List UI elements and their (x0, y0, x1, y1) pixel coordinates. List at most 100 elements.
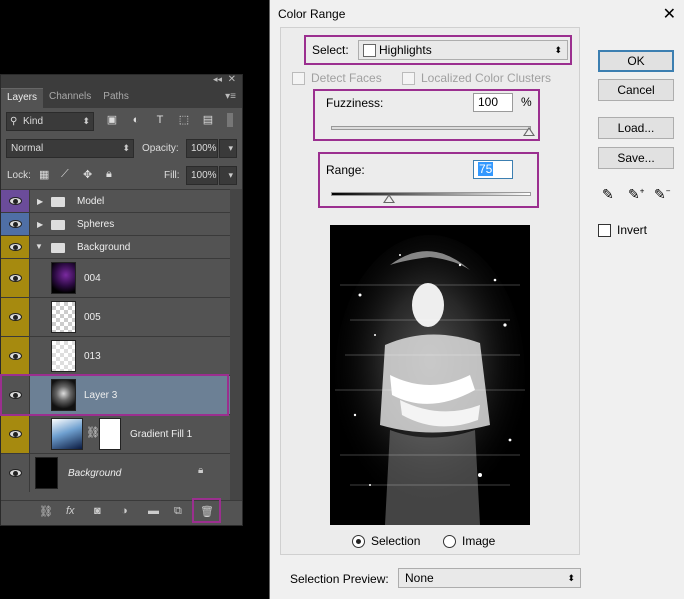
image-radio[interactable] (443, 535, 456, 548)
layer-row[interactable]: ▼ Background (1, 235, 230, 258)
layer-name: Spheres (77, 219, 115, 230)
layer-row[interactable]: 013 (1, 336, 230, 375)
lock-all-icon[interactable]: 🔒︎ (106, 168, 112, 181)
eye-icon (9, 197, 22, 205)
eye-icon (9, 352, 22, 360)
visibility-toggle[interactable] (1, 259, 30, 297)
fuzziness-input[interactable]: 100 (473, 93, 513, 112)
smart-object-filter-icon[interactable]: ▤ (201, 113, 215, 127)
range-slider-track[interactable] (331, 192, 531, 196)
eye-icon (9, 220, 22, 228)
lock-label: Lock: (7, 170, 31, 181)
chevron-down-icon: ⬍ (122, 143, 130, 153)
search-icon: ⚲ (10, 116, 18, 127)
layer-row[interactable]: ⛓ Gradient Fill 1 (1, 414, 230, 453)
close-icon[interactable]: ✕ (228, 74, 236, 85)
range-slider-thumb[interactable] (383, 194, 395, 203)
select-label: Select: (312, 43, 349, 57)
chevron-down-icon: ▾ (228, 143, 233, 153)
save-button[interactable]: Save... (598, 147, 674, 169)
layer-name: 005 (84, 312, 101, 323)
filter-toggle[interactable] (227, 113, 233, 127)
collapse-caret-icon[interactable]: ▼ (35, 242, 43, 251)
fill-dropdown[interactable]: ▾ (219, 166, 237, 185)
new-layer-icon[interactable]: ⧉ (174, 505, 182, 518)
eyedropper-plus-icon[interactable]: ✎+ (628, 186, 644, 203)
new-group-icon[interactable]: ▬ (148, 505, 159, 517)
layer-name: Layer 3 (84, 390, 118, 401)
tab-channels[interactable]: Channels (43, 88, 97, 108)
shape-filter-icon[interactable]: ⬚ (177, 113, 191, 127)
visibility-toggle[interactable] (1, 376, 30, 414)
layer-row-selected[interactable]: Layer 3 (1, 375, 230, 414)
detect-faces-checkbox[interactable] (292, 72, 305, 85)
expand-caret-icon[interactable]: ▶ (37, 197, 43, 206)
adjustment-filter-icon[interactable]: ◐ (129, 113, 143, 127)
select-value: Highlights (379, 43, 432, 57)
localized-clusters-checkbox[interactable] (402, 72, 415, 85)
opacity-dropdown[interactable]: ▾ (219, 139, 237, 158)
layer-row[interactable]: ▶ Spheres (1, 212, 230, 235)
filter-kind-select[interactable]: ⚲ Kind ⬍ (6, 112, 94, 131)
tab-paths[interactable]: Paths (97, 88, 135, 108)
layer-thumbnail (51, 301, 76, 333)
expand-caret-icon[interactable]: ▶ (37, 220, 43, 229)
visibility-toggle[interactable] (1, 415, 30, 453)
panel-menu-icon[interactable]: ▾≡ (225, 91, 236, 102)
trash-icon[interactable]: 🗑︎ (200, 505, 214, 518)
fx-icon[interactable]: fx (66, 505, 75, 517)
collapse-icon[interactable]: ◂◂ (213, 74, 222, 85)
lock-brush-icon[interactable]: ⟋ (61, 168, 69, 181)
cancel-button[interactable]: Cancel (598, 79, 674, 101)
detect-faces-label: Detect Faces (311, 71, 382, 85)
opacity-label: Opacity: (142, 143, 179, 154)
visibility-toggle[interactable] (1, 190, 30, 212)
fuzziness-slider-track[interactable] (331, 126, 531, 130)
lock-transparent-icon[interactable]: ▦ (39, 168, 49, 181)
select-dropdown[interactable]: Highlights ⬍ (358, 40, 568, 60)
link-icon[interactable]: ⛓ (86, 426, 100, 439)
eye-icon (9, 430, 22, 438)
eye-icon (9, 391, 22, 399)
opacity-field[interactable]: 100% (186, 139, 218, 158)
layer-row[interactable]: Background 🔒︎ (1, 453, 230, 492)
selection-radio[interactable] (352, 535, 365, 548)
ok-button[interactable]: OK (598, 50, 674, 72)
selection-preview-dropdown[interactable]: None ⬍ (398, 568, 581, 588)
fill-field[interactable]: 100% (186, 166, 218, 185)
load-button[interactable]: Load... (598, 117, 674, 139)
layer-row[interactable]: 005 (1, 297, 230, 336)
type-filter-icon[interactable]: T (153, 113, 167, 127)
close-icon[interactable]: ✕ (663, 4, 676, 24)
chevron-down-icon: ▾ (228, 170, 233, 180)
pixel-filter-icon[interactable]: ▣ (105, 113, 119, 127)
eye-icon (9, 274, 22, 282)
layer-name: 004 (84, 273, 101, 284)
lock-move-icon[interactable]: ✥ (83, 168, 92, 181)
selection-preview-image (330, 225, 530, 525)
layers-scrollbar[interactable] (230, 189, 242, 501)
invert-checkbox[interactable] (598, 224, 611, 237)
add-mask-icon[interactable]: ◙ (94, 505, 101, 517)
gradient-thumbnail[interactable] (51, 418, 83, 450)
workspace: ◂◂ ✕ Layers Channels Paths ▾≡ ⚲ Kind ⬍ ▣… (0, 0, 684, 599)
eye-icon (9, 243, 22, 251)
range-input[interactable]: 75 (473, 160, 513, 179)
adjustment-layer-icon[interactable]: ◑ (121, 505, 128, 517)
link-layers-icon[interactable]: ⛓ (39, 505, 53, 518)
fill-label: Fill: (164, 170, 180, 181)
visibility-toggle[interactable] (1, 213, 30, 235)
fuzziness-slider-thumb[interactable] (523, 127, 535, 136)
blend-mode-select[interactable]: Normal ⬍ (6, 139, 134, 158)
visibility-toggle[interactable] (1, 298, 30, 336)
layer-row[interactable]: ▶ Model (1, 189, 230, 212)
layer-row[interactable]: 004 (1, 258, 230, 297)
visibility-toggle[interactable] (1, 337, 30, 375)
tab-layers[interactable]: Layers (1, 88, 44, 108)
selection-preview-label: Selection Preview: (290, 572, 389, 586)
eyedropper-minus-icon[interactable]: ✎− (654, 186, 670, 203)
visibility-toggle[interactable] (1, 236, 30, 258)
mask-thumbnail[interactable] (99, 418, 121, 450)
eyedropper-icon[interactable]: ✎ (602, 186, 614, 203)
visibility-toggle[interactable] (1, 454, 30, 492)
